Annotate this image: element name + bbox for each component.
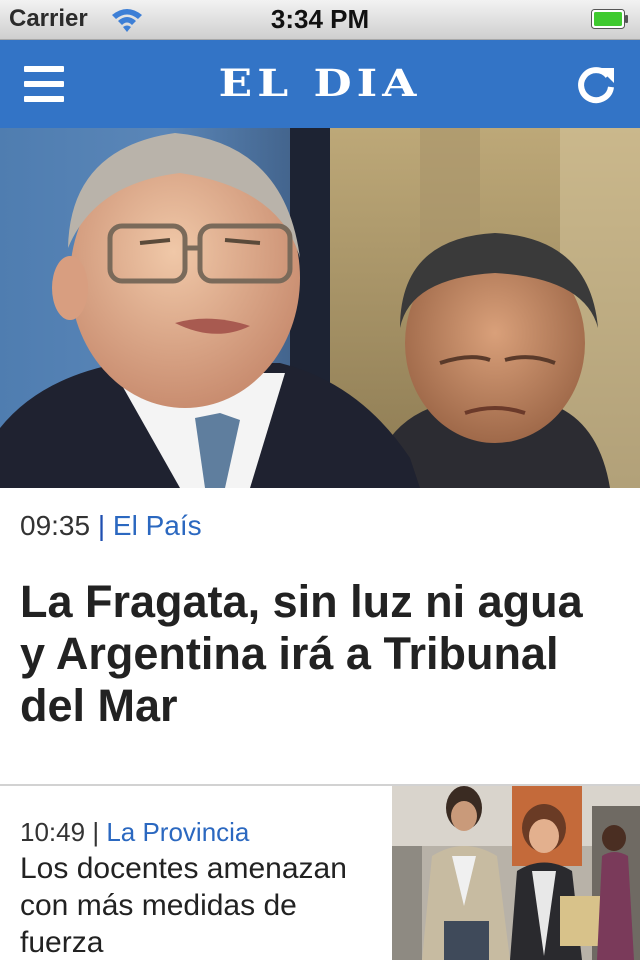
status-bar: Carrier 3:34 PM: [0, 0, 640, 40]
status-time: 3:34 PM: [270, 4, 370, 34]
featured-article-image[interactable]: [0, 128, 640, 488]
refresh-icon[interactable]: [574, 62, 618, 106]
article-category-link[interactable]: El País: [113, 510, 202, 541]
meta-separator: |: [97, 510, 106, 541]
article-thumbnail[interactable]: [392, 786, 640, 960]
app-logo: EL DIA: [218, 61, 422, 106]
article-meta: 10:49 | La Provincia: [20, 817, 249, 848]
article-title[interactable]: Los docentes amenazan con más medidas de…: [20, 850, 380, 961]
featured-article-headline[interactable]: La Fragata, sin luz ni agua y Argentina …: [20, 576, 620, 732]
article-category-link[interactable]: La Provincia: [106, 817, 249, 847]
article-time: 09:35: [20, 510, 91, 541]
article-time: 10:49: [20, 817, 86, 847]
battery-icon: [591, 9, 628, 29]
featured-article-meta: 09:35 | El País: [20, 510, 202, 542]
meta-separator: |: [92, 817, 100, 847]
